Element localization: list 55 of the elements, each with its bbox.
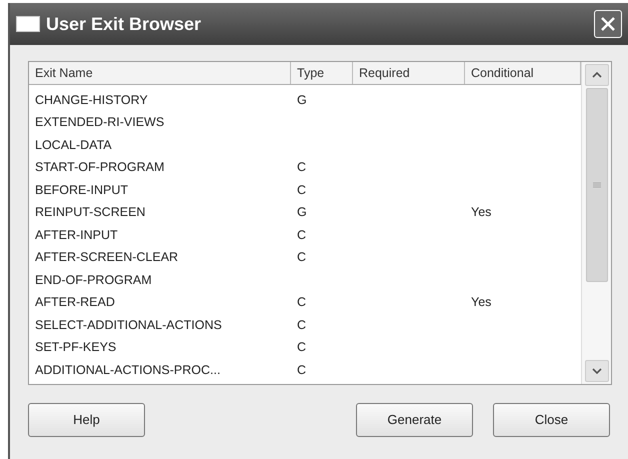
list-row[interactable]: END-OF-PROGRAM — [29, 269, 581, 292]
column-header[interactable]: Conditional — [465, 62, 581, 84]
close-icon — [600, 16, 616, 32]
list-row[interactable]: EXTENDED-RI-VIEWS — [29, 112, 581, 134]
caret-down-icon — [592, 368, 602, 374]
table-cell: C — [297, 295, 306, 310]
column-header[interactable]: Required — [353, 62, 465, 84]
table-cell: C — [297, 340, 306, 354]
list-row[interactable]: SELECT-ADDITIONAL-ACTIONS C — [29, 314, 581, 336]
table-cell: C — [297, 228, 306, 242]
table-cell: C — [297, 250, 306, 264]
table-cell: G — [297, 205, 307, 220]
dialog-button[interactable]: Help — [28, 403, 145, 437]
table-cell: AFTER-SCREEN-CLEAR — [35, 250, 178, 264]
table-cell: SET-PF-KEYS — [35, 340, 116, 354]
window-icon — [16, 16, 40, 32]
table-cell: C — [297, 182, 306, 197]
table-cell: AFTER-INPUT — [35, 228, 118, 242]
table-cell: REINPUT-SCREEN — [35, 205, 146, 220]
window-title: User Exit Browser — [46, 12, 202, 36]
table-cell: ADDITIONAL-ACTIONS-PROC... — [35, 362, 220, 377]
list-row[interactable]: ADDITIONAL-ACTIONS-PROC... C — [29, 359, 581, 382]
scroll-up-button[interactable] — [584, 64, 608, 86]
column-header[interactable]: Exit Name — [29, 62, 291, 84]
table-cell: Yes — [471, 205, 492, 220]
list-row[interactable]: START-OF-PROGRAM C — [29, 156, 581, 179]
caret-up-icon — [592, 72, 602, 78]
table-cell: Yes — [471, 295, 492, 310]
table-cell: C — [297, 362, 306, 377]
table-cell: EXTENDED-RI-VIEWS — [35, 115, 164, 130]
table-cell: START-OF-PROGRAM — [35, 160, 164, 174]
table-cell: C — [297, 160, 306, 174]
table-cell: AFTER-READ — [35, 295, 115, 310]
list-row[interactable]: BEFORE-INPUT C — [29, 179, 581, 202]
close-button[interactable] — [594, 10, 622, 38]
dialog-button[interactable]: Generate — [356, 403, 473, 437]
table-cell: END-OF-PROGRAM — [35, 272, 152, 287]
list-row[interactable]: AFTER-SCREEN-CLEAR C — [29, 246, 581, 269]
list-row[interactable]: AFTER-READ C Yes — [29, 292, 581, 314]
table-cell: BEFORE-INPUT — [35, 182, 128, 197]
table-cell: C — [297, 318, 306, 332]
list-row[interactable]: AFTER-INPUT C — [29, 224, 581, 246]
table-cell: LOCAL-DATA — [35, 138, 112, 152]
scroll-thumb[interactable] — [586, 88, 608, 282]
list-row[interactable]: SET-PF-KEYS C — [29, 336, 581, 359]
table-cell: G — [297, 92, 307, 107]
grip-icon — [592, 182, 600, 188]
column-header[interactable]: Type — [291, 62, 353, 84]
table-cell: CHANGE-HISTORY — [35, 92, 148, 107]
list-row[interactable]: REINPUT-SCREEN G Yes — [29, 202, 581, 224]
list-row[interactable]: LOCAL-DATA — [29, 134, 581, 156]
table-cell: SELECT-ADDITIONAL-ACTIONS — [35, 318, 222, 332]
scroll-down-button[interactable] — [584, 360, 608, 382]
dialog-button[interactable]: Close — [493, 403, 610, 437]
list-row[interactable]: CHANGE-HISTORY G — [29, 89, 581, 112]
